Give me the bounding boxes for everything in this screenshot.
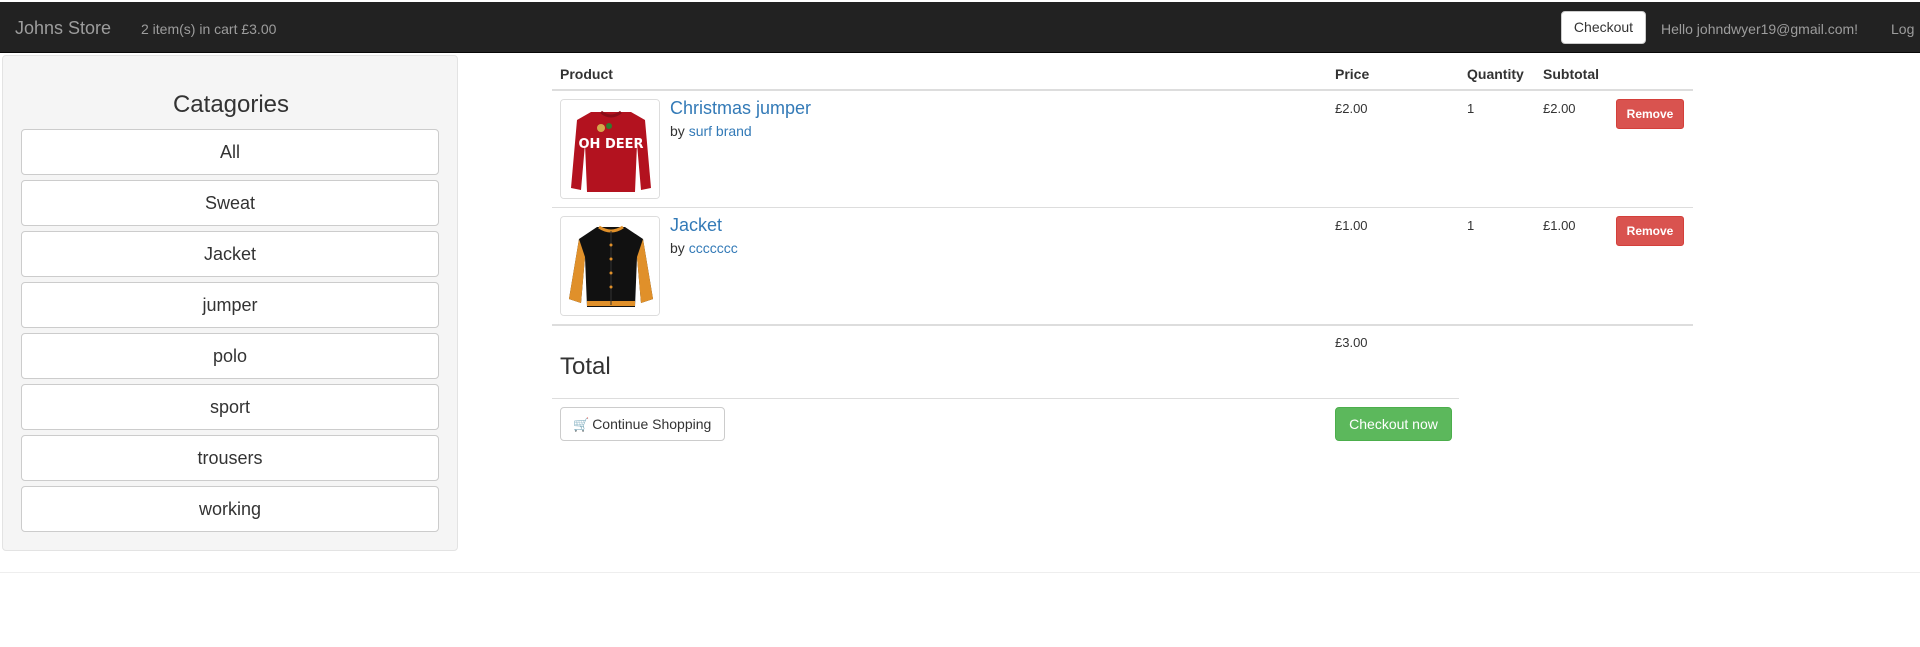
red-jumper-image: OH DEER [561,100,659,198]
item-price: £1.00 [1335,218,1368,233]
category-sweat-button[interactable]: Sweat [21,180,439,226]
item-quantity: 1 [1467,218,1475,233]
header-subtotal: Subtotal [1543,66,1599,82]
user-greeting[interactable]: Hello johndwyer19@gmail.com! [1661,19,1858,39]
jumper-print-text: OH DEER [578,137,643,152]
product-brand-link[interactable]: surf brand [689,123,752,139]
row-divider [552,207,1693,208]
footer-divider [552,398,1459,399]
store-brand-link[interactable]: Johns Store [15,16,111,40]
header-product: Product [560,66,613,82]
product-brand-link[interactable]: ccccccc [689,240,738,256]
product-name-link[interactable]: Christmas jumper [670,97,811,119]
item-quantity: 1 [1467,101,1475,116]
total-value: £3.00 [1335,335,1368,350]
continue-shopping-label: Continue Shopping [592,416,712,432]
product-byline: by ccccccc [670,239,738,257]
header-divider [552,89,1693,91]
jacket-thumbnail[interactable] [560,216,660,316]
remove-item-button[interactable]: Remove [1616,99,1684,129]
checkout-now-button[interactable]: Checkout now [1335,407,1452,441]
item-price: £2.00 [1335,101,1368,116]
item-subtotal: £1.00 [1543,218,1576,233]
category-trousers-button[interactable]: trousers [21,435,439,481]
logout-link[interactable]: Log [1891,19,1914,39]
product-name-link[interactable]: Jacket [670,214,722,236]
header-quantity: Quantity [1467,66,1524,82]
categories-sidebar: Catagories All Sweat Jacket jumper polo … [2,55,458,551]
category-sport-button[interactable]: sport [21,384,439,430]
shopping-cart-icon: 🛒 [573,417,590,432]
continue-shopping-button[interactable]: 🛒 Continue Shopping [560,407,725,441]
categories-title: Catagories [172,91,290,118]
category-polo-button[interactable]: polo [21,333,439,379]
remove-item-button[interactable]: Remove [1616,216,1684,246]
navbar-checkout-button[interactable]: Checkout [1561,11,1646,44]
cart-summary[interactable]: 2 item(s) in cart £3.00 [141,19,276,39]
item-subtotal: £2.00 [1543,101,1576,116]
category-working-button[interactable]: working [21,486,439,532]
row-divider [552,324,1693,326]
varsity-jacket-image [561,217,659,315]
category-jacket-button[interactable]: Jacket [21,231,439,277]
header-price: Price [1335,66,1370,82]
total-label: Total [560,353,611,380]
by-prefix: by [670,123,685,139]
top-navbar: Johns Store 2 item(s) in cart £3.00 Chec… [0,0,1920,53]
page-footer-divider [0,572,1920,573]
christmas-jumper-thumbnail[interactable]: OH DEER [560,99,660,199]
category-jumper-button[interactable]: jumper [21,282,439,328]
product-byline: by surf brand [670,122,752,140]
category-all-button[interactable]: All [21,129,439,175]
by-prefix: by [670,240,685,256]
